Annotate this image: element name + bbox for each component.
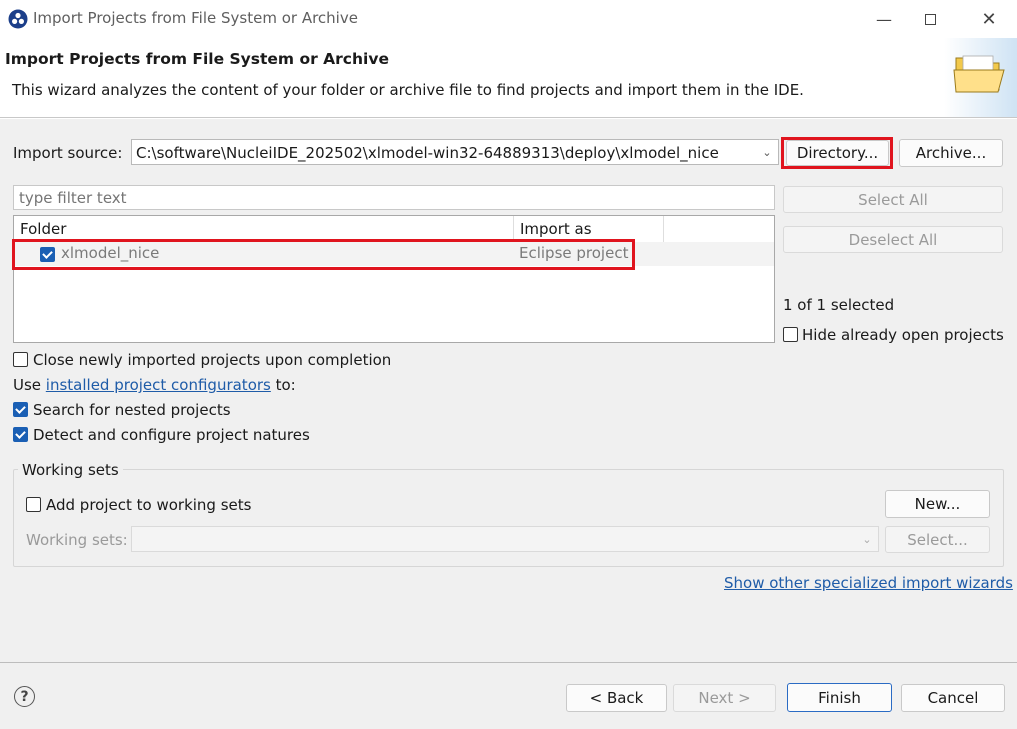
projects-table: Folder Import as xlmodel_nice Eclipse pr… xyxy=(13,215,775,343)
window-title: Import Projects from File System or Arch… xyxy=(33,9,358,27)
working-sets-combo[interactable]: ⌄ xyxy=(131,526,879,552)
detect-natures-label: Detect and configure project natures xyxy=(33,426,310,444)
maximize-icon[interactable] xyxy=(907,4,953,34)
close-after-checkbox[interactable] xyxy=(13,352,28,367)
hide-open-checkbox[interactable] xyxy=(783,327,798,342)
project-row-highlight-box xyxy=(12,239,635,270)
help-icon[interactable]: ? xyxy=(14,686,35,707)
use-configurators-text: Use installed project configurators to: xyxy=(13,376,296,394)
banner-description: This wizard analyzes the content of your… xyxy=(12,81,804,99)
import-source-value: C:\software\NucleiIDE_202502\xlmodel-win… xyxy=(136,144,719,162)
import-source-combo[interactable]: C:\software\NucleiIDE_202502\xlmodel-win… xyxy=(131,139,779,165)
back-button[interactable]: < Back xyxy=(566,684,667,712)
detect-natures-checkbox[interactable] xyxy=(13,427,28,442)
installed-configurators-link[interactable]: installed project configurators xyxy=(46,376,271,394)
working-sets-group xyxy=(13,469,1004,567)
close-after-label: Close newly imported projects upon compl… xyxy=(33,351,392,369)
next-button[interactable]: Next > xyxy=(673,684,776,712)
chevron-down-icon[interactable]: ⌄ xyxy=(860,529,874,549)
import-source-label: Import source: xyxy=(13,144,123,162)
select-all-button[interactable]: Select All xyxy=(783,186,1003,213)
use-prefix: Use xyxy=(13,376,46,394)
other-import-wizards-link[interactable]: Show other specialized import wizards xyxy=(724,574,1013,592)
minimize-icon[interactable]: — xyxy=(861,4,907,34)
new-working-set-button[interactable]: New... xyxy=(885,490,990,518)
cancel-button[interactable]: Cancel xyxy=(901,684,1005,712)
finish-button[interactable]: Finish xyxy=(787,683,892,712)
working-sets-group-label: Working sets xyxy=(18,461,123,479)
archive-button[interactable]: Archive... xyxy=(899,139,1003,167)
title-bar: Import Projects from File System or Arch… xyxy=(0,0,1017,38)
wizard-banner: Import Projects from File System or Arch… xyxy=(0,38,1017,118)
use-suffix: to: xyxy=(270,376,296,394)
banner-title: Import Projects from File System or Arch… xyxy=(5,50,389,68)
add-to-working-sets-label: Add project to working sets xyxy=(46,496,252,514)
chevron-down-icon[interactable]: ⌄ xyxy=(760,142,774,162)
directory-button[interactable]: Directory... xyxy=(786,140,889,166)
nested-projects-checkbox[interactable] xyxy=(13,402,28,417)
open-folder-icon xyxy=(944,38,1017,117)
add-to-working-sets-checkbox[interactable] xyxy=(26,497,41,512)
select-working-sets-button[interactable]: Select... xyxy=(885,526,990,553)
close-icon[interactable]: ✕ xyxy=(966,4,1012,34)
selected-count: 1 of 1 selected xyxy=(783,296,895,314)
deselect-all-button[interactable]: Deselect All xyxy=(783,226,1003,253)
nested-projects-label: Search for nested projects xyxy=(33,401,231,419)
working-sets-label: Working sets: xyxy=(26,531,128,549)
hide-open-label: Hide already open projects xyxy=(802,326,1004,344)
nuclei-app-icon xyxy=(8,9,28,29)
filter-input[interactable] xyxy=(13,185,775,210)
